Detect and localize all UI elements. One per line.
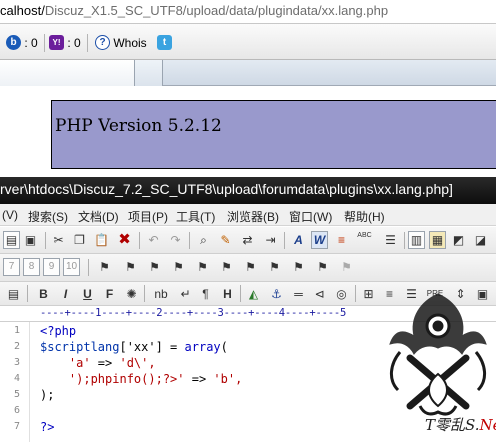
address-url: calhost/Discuz_X1.5_SC_UTF8/upload/data/… — [0, 3, 389, 18]
bold-button[interactable]: B — [35, 285, 52, 303]
color-picker-icon[interactable]: ✺ — [123, 285, 140, 303]
b-logo-icon: b — [6, 35, 21, 50]
properties-icon[interactable]: ☰ — [382, 231, 399, 249]
editor-toolbar-bookmarks: 7 8 9 10 ⚑ ⚑ ⚑ ⚑ ⚑ ⚑ ⚑ ⚑ ⚑ ⚑ ⚑ — [0, 254, 496, 282]
code-line: $scriptlang['xx'] = array( — [40, 340, 228, 354]
paste-icon[interactable]: 📋 — [93, 231, 110, 249]
view-toggle-4-icon[interactable]: ◪ — [472, 231, 489, 249]
word-wrap-icon[interactable]: W — [311, 231, 328, 249]
code-line: ');phpinfo();?>' => 'b', — [40, 372, 243, 386]
line-number: 7 — [14, 421, 21, 432]
addon-yahoo[interactable]: Y! : 0 — [49, 35, 81, 51]
line-number-gutter: 1 2 3 4 5 6 7 — [0, 322, 30, 442]
spell-check-icon[interactable]: ABC — [356, 231, 373, 249]
watermark-text: T零乱S.Net — [425, 416, 496, 434]
menu-help[interactable]: 帮助(H) — [344, 208, 385, 225]
code-line: ); — [40, 388, 55, 402]
horizontal-rule-icon[interactable]: ═ — [290, 285, 307, 303]
line-number: 3 — [14, 357, 21, 368]
italic-button[interactable]: I — [57, 285, 74, 303]
paragraph-icon[interactable]: ¶ — [197, 285, 214, 303]
goto-line-icon[interactable]: ⇥ — [262, 231, 279, 249]
bookmark-10-icon[interactable]: 10 — [63, 258, 80, 276]
menu-project[interactable]: 项目(P) — [128, 208, 168, 225]
copy-icon[interactable]: ❐ — [71, 231, 88, 249]
anchor-icon[interactable]: ⚓ — [268, 285, 285, 303]
yahoo-logo-icon: Y! — [49, 35, 64, 50]
font-icon[interactable]: A — [290, 231, 307, 249]
image-icon[interactable]: ◭ — [245, 285, 262, 303]
nbsp-button[interactable]: nb — [150, 285, 172, 303]
goto-bookmark-9-icon[interactable]: ⚑ — [314, 258, 331, 276]
underline-button[interactable]: U — [79, 285, 96, 303]
font-button[interactable]: F — [101, 285, 118, 303]
cut-icon[interactable]: ✂ — [50, 231, 67, 249]
menu-view[interactable]: (V) — [2, 208, 18, 222]
editor-title: rver\htdocs\Discuz_7.2_SC_UTF8\upload\fo… — [0, 181, 453, 197]
code-line: <?php — [40, 324, 77, 338]
whois-button[interactable]: ? Whois — [95, 35, 147, 51]
delete-icon[interactable]: ✖ — [116, 231, 133, 249]
goto-bookmark-7-icon[interactable]: ⚑ — [266, 258, 283, 276]
line-number: 6 — [14, 405, 21, 416]
bookmark-9-icon[interactable]: 9 — [43, 258, 60, 276]
goto-bookmark-6-icon[interactable]: ⚑ — [242, 258, 259, 276]
addon-b[interactable]: b : 0 — [6, 35, 38, 51]
line-number: 2 — [14, 341, 21, 352]
goto-bookmark-icon[interactable]: ⚑ — [96, 258, 113, 276]
phpinfo-header: PHP Version 5.2.12 — [51, 100, 496, 169]
line-number: 1 — [14, 325, 21, 336]
help-circle-icon: ? — [95, 35, 110, 50]
bookmark-8-icon[interactable]: 8 — [23, 258, 40, 276]
special-char-icon[interactable]: ◎ — [333, 285, 350, 303]
heading-icon[interactable]: H — [219, 285, 236, 303]
twitter-icon: t — [157, 35, 172, 50]
editor-toolbar-main: ▤ ▣ ✂ ❐ 📋 ✖ ↶ ↷ ⌕ ✎ ⇄ ⇥ A W ≡ ABC ☰ ▥ ▦ … — [0, 227, 496, 254]
redo-icon[interactable]: ↷ — [167, 231, 184, 249]
editor-menu-bar: (V) 搜索(S) 文档(D) 项目(P) 工具(T) 浏览器(B) 窗口(W)… — [0, 204, 496, 226]
goto-bookmark-10-icon[interactable]: ⚑ — [338, 258, 355, 276]
code-line: ?> — [40, 420, 55, 434]
view-toggle-2-icon[interactable]: ▦ — [429, 231, 446, 249]
line-number: 5 — [14, 389, 21, 400]
goto-bookmark-2-icon[interactable]: ⚑ — [146, 258, 163, 276]
new-file-icon[interactable]: ▤ — [3, 231, 20, 249]
indent-icon[interactable]: ≡ — [333, 231, 350, 249]
menu-search[interactable]: 搜索(S) — [28, 208, 68, 225]
tab-active[interactable] — [0, 60, 135, 86]
view-toggle-3-icon[interactable]: ◩ — [450, 231, 467, 249]
goto-bookmark-3-icon[interactable]: ⚑ — [170, 258, 187, 276]
bookmark-7-icon[interactable]: 7 — [3, 258, 20, 276]
line-break-icon[interactable]: ↵ — [177, 285, 194, 303]
twitter-button[interactable]: t — [157, 35, 172, 51]
menu-document[interactable]: 文档(D) — [78, 208, 119, 225]
undo-icon[interactable]: ↶ — [145, 231, 162, 249]
open-file-icon[interactable]: ▣ — [22, 231, 39, 249]
find-icon[interactable]: ⌕ — [195, 231, 212, 249]
view-toggle-1-icon[interactable]: ▥ — [408, 231, 425, 249]
comment-icon[interactable]: ⊲ — [311, 285, 328, 303]
browser-addon-bar: b : 0 Y! : 0 ? Whois t — [0, 24, 496, 60]
address-bar[interactable]: calhost/Discuz_X1.5_SC_UTF8/upload/data/… — [0, 0, 496, 24]
replace-icon[interactable]: ✎ — [217, 231, 234, 249]
goto-bookmark-8-icon[interactable]: ⚑ — [290, 258, 307, 276]
html-tag-icon[interactable]: ▤ — [5, 285, 22, 303]
page-content: PHP Version 5.2.12 — [0, 87, 496, 177]
new-tab-button[interactable] — [135, 60, 163, 86]
goto-bookmark-5-icon[interactable]: ⚑ — [218, 258, 235, 276]
goto-bookmark-4-icon[interactable]: ⚑ — [194, 258, 211, 276]
code-line: 'a' => 'd\', — [40, 356, 156, 370]
table-icon[interactable]: ⊞ — [360, 285, 377, 303]
tab-strip — [0, 60, 496, 86]
menu-tools[interactable]: 工具(T) — [176, 208, 215, 225]
menu-window[interactable]: 窗口(W) — [289, 208, 332, 225]
php-version: PHP Version 5.2.12 — [55, 116, 222, 136]
replace-all-icon[interactable]: ⇄ — [239, 231, 256, 249]
goto-bookmark-1-icon[interactable]: ⚑ — [122, 258, 139, 276]
line-number: 4 — [14, 373, 21, 384]
menu-browser[interactable]: 浏览器(B) — [227, 208, 279, 225]
editor-title-bar: rver\htdocs\Discuz_7.2_SC_UTF8\upload\fo… — [0, 177, 496, 204]
